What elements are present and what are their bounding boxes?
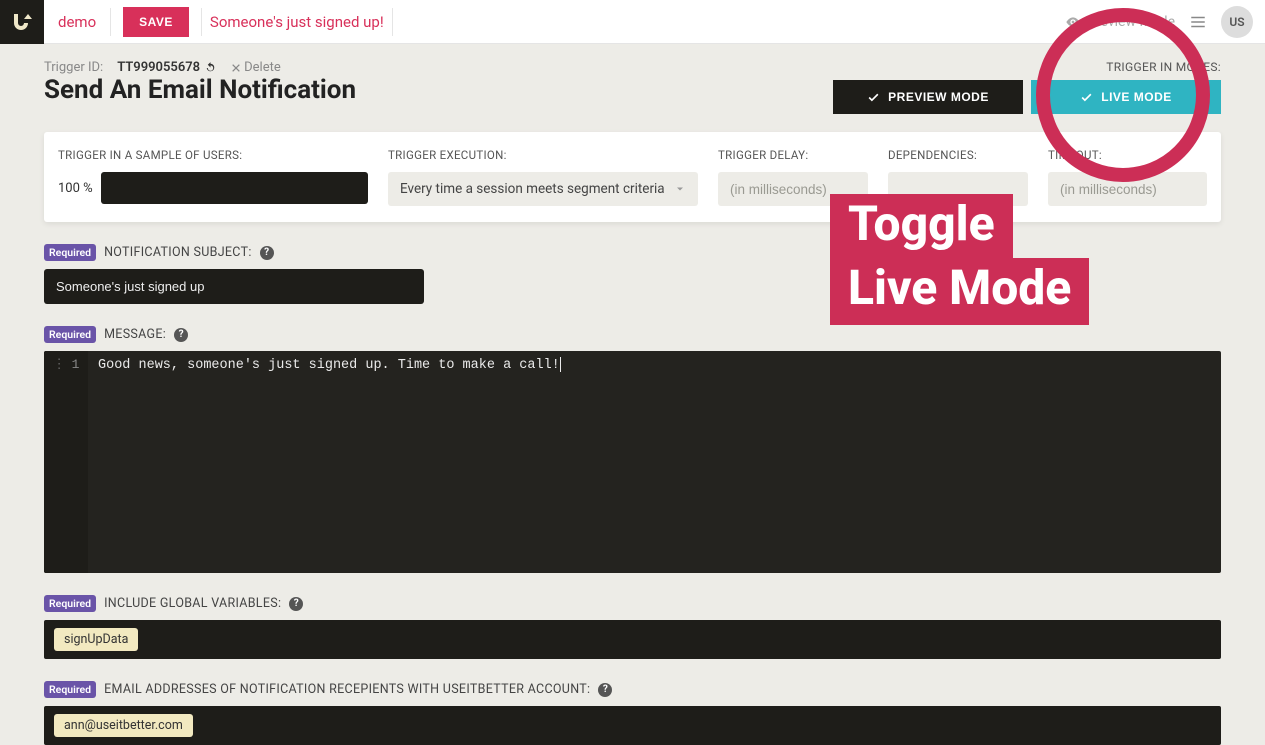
meta-row: Trigger ID: TT999055678 Delete xyxy=(44,60,833,75)
message-label: MESSAGE: xyxy=(104,327,166,342)
check-icon xyxy=(1080,91,1093,104)
globals-label: INCLUDE GLOBAL VARIABLES: xyxy=(104,596,281,611)
close-icon xyxy=(231,63,241,73)
subject-input[interactable] xyxy=(44,269,424,304)
global-variable-pill[interactable]: signUpData xyxy=(54,628,138,651)
message-section: Required MESSAGE: ? ⋮ 1 Good news, someo… xyxy=(44,326,1221,573)
preview-mode-label: Preview Mode xyxy=(1087,14,1175,30)
required-badge: Required xyxy=(44,595,96,612)
trigger-id-label: Trigger ID: xyxy=(44,60,103,75)
exec-select-value: Every time a session meets segment crite… xyxy=(400,181,665,197)
delay-label: TRIGGER DELAY: xyxy=(718,148,868,162)
editor-content[interactable]: Good news, someone's just signed up. Tim… xyxy=(88,351,1221,573)
required-badge: Required xyxy=(44,681,96,698)
required-badge: Required xyxy=(44,244,96,261)
eye-icon xyxy=(1065,14,1081,30)
document-title[interactable]: Someone's just signed up! xyxy=(202,13,392,31)
help-icon[interactable]: ? xyxy=(260,246,274,260)
workspace-name[interactable]: demo xyxy=(44,13,110,31)
sample-slider[interactable] xyxy=(101,172,368,204)
help-icon[interactable]: ? xyxy=(289,597,303,611)
menu-button[interactable] xyxy=(1189,13,1207,31)
app-logo[interactable] xyxy=(0,0,44,44)
recipients-label: EMAIL ADDRESSES OF NOTIFICATION RECEPIEN… xyxy=(104,682,590,697)
header-block: Trigger ID: TT999055678 Delete Send An E… xyxy=(44,60,1221,114)
required-badge: Required xyxy=(44,326,96,343)
drag-handle-icon: ⋮ xyxy=(53,357,66,573)
sample-label: TRIGGER IN A SAMPLE OF USERS: xyxy=(58,148,368,162)
recipient-pill[interactable]: ann@useitbetter.com xyxy=(54,714,193,737)
trigger-id-value: TT999055678 xyxy=(117,60,217,75)
trigger-id-text: TT999055678 xyxy=(117,60,200,75)
sample-percent: 100 % xyxy=(58,181,93,196)
preview-mode-button-label: PREVIEW MODE xyxy=(888,90,989,104)
live-mode-button[interactable]: LIVE MODE xyxy=(1031,80,1221,114)
recipients-input[interactable]: ann@useitbetter.com xyxy=(44,706,1221,745)
config-box: TRIGGER IN A SAMPLE OF USERS: 100 % TRIG… xyxy=(44,132,1221,222)
subject-label: NOTIFICATION SUBJECT: xyxy=(104,245,252,260)
help-icon[interactable]: ? xyxy=(598,683,612,697)
delete-label: Delete xyxy=(244,60,281,75)
timeout-input[interactable] xyxy=(1048,172,1207,206)
globals-section: Required INCLUDE GLOBAL VARIABLES: ? sig… xyxy=(44,595,1221,659)
logo-icon xyxy=(10,10,34,34)
live-mode-button-label: LIVE MODE xyxy=(1101,90,1172,104)
recipients-section: Required EMAIL ADDRESSES OF NOTIFICATION… xyxy=(44,681,1221,745)
exec-select[interactable]: Every time a session meets segment crite… xyxy=(388,172,698,206)
divider xyxy=(392,8,393,36)
exec-label: TRIGGER EXECUTION: xyxy=(388,148,698,162)
refresh-icon[interactable] xyxy=(204,61,217,74)
delete-button[interactable]: Delete xyxy=(231,60,281,75)
annotation-text-2: Live Mode xyxy=(830,258,1089,325)
timeout-label: TIMEOUT: xyxy=(1048,148,1207,162)
check-icon xyxy=(867,91,880,104)
user-avatar[interactable]: US xyxy=(1221,6,1253,38)
preview-mode-link[interactable]: Preview Mode xyxy=(1065,14,1175,30)
text-caret xyxy=(560,357,561,372)
modes-column: TRIGGER IN MODES: PREVIEW MODE LIVE MODE xyxy=(833,60,1221,114)
save-button[interactable]: SAVE xyxy=(123,7,189,37)
preview-mode-button[interactable]: PREVIEW MODE xyxy=(833,80,1023,114)
message-editor[interactable]: ⋮ 1 Good news, someone's just signed up.… xyxy=(44,351,1221,573)
modes-label: TRIGGER IN MODES: xyxy=(833,60,1221,74)
code-line: Good news, someone's just signed up. Tim… xyxy=(98,358,560,373)
line-number: 1 xyxy=(72,357,80,573)
annotation-text-1: Toggle xyxy=(830,194,1013,261)
help-icon[interactable]: ? xyxy=(174,328,188,342)
content: Trigger ID: TT999055678 Delete Send An E… xyxy=(0,44,1265,745)
divider xyxy=(110,8,111,36)
topbar: demo SAVE Someone's just signed up! Prev… xyxy=(0,0,1265,44)
globals-input[interactable]: signUpData xyxy=(44,620,1221,659)
hamburger-icon xyxy=(1189,13,1207,31)
editor-gutter: ⋮ 1 xyxy=(44,351,88,573)
chevron-down-icon xyxy=(674,183,686,195)
deps-label: DEPENDENCIES: xyxy=(888,148,1028,162)
page-title: Send An Email Notification xyxy=(44,75,833,105)
